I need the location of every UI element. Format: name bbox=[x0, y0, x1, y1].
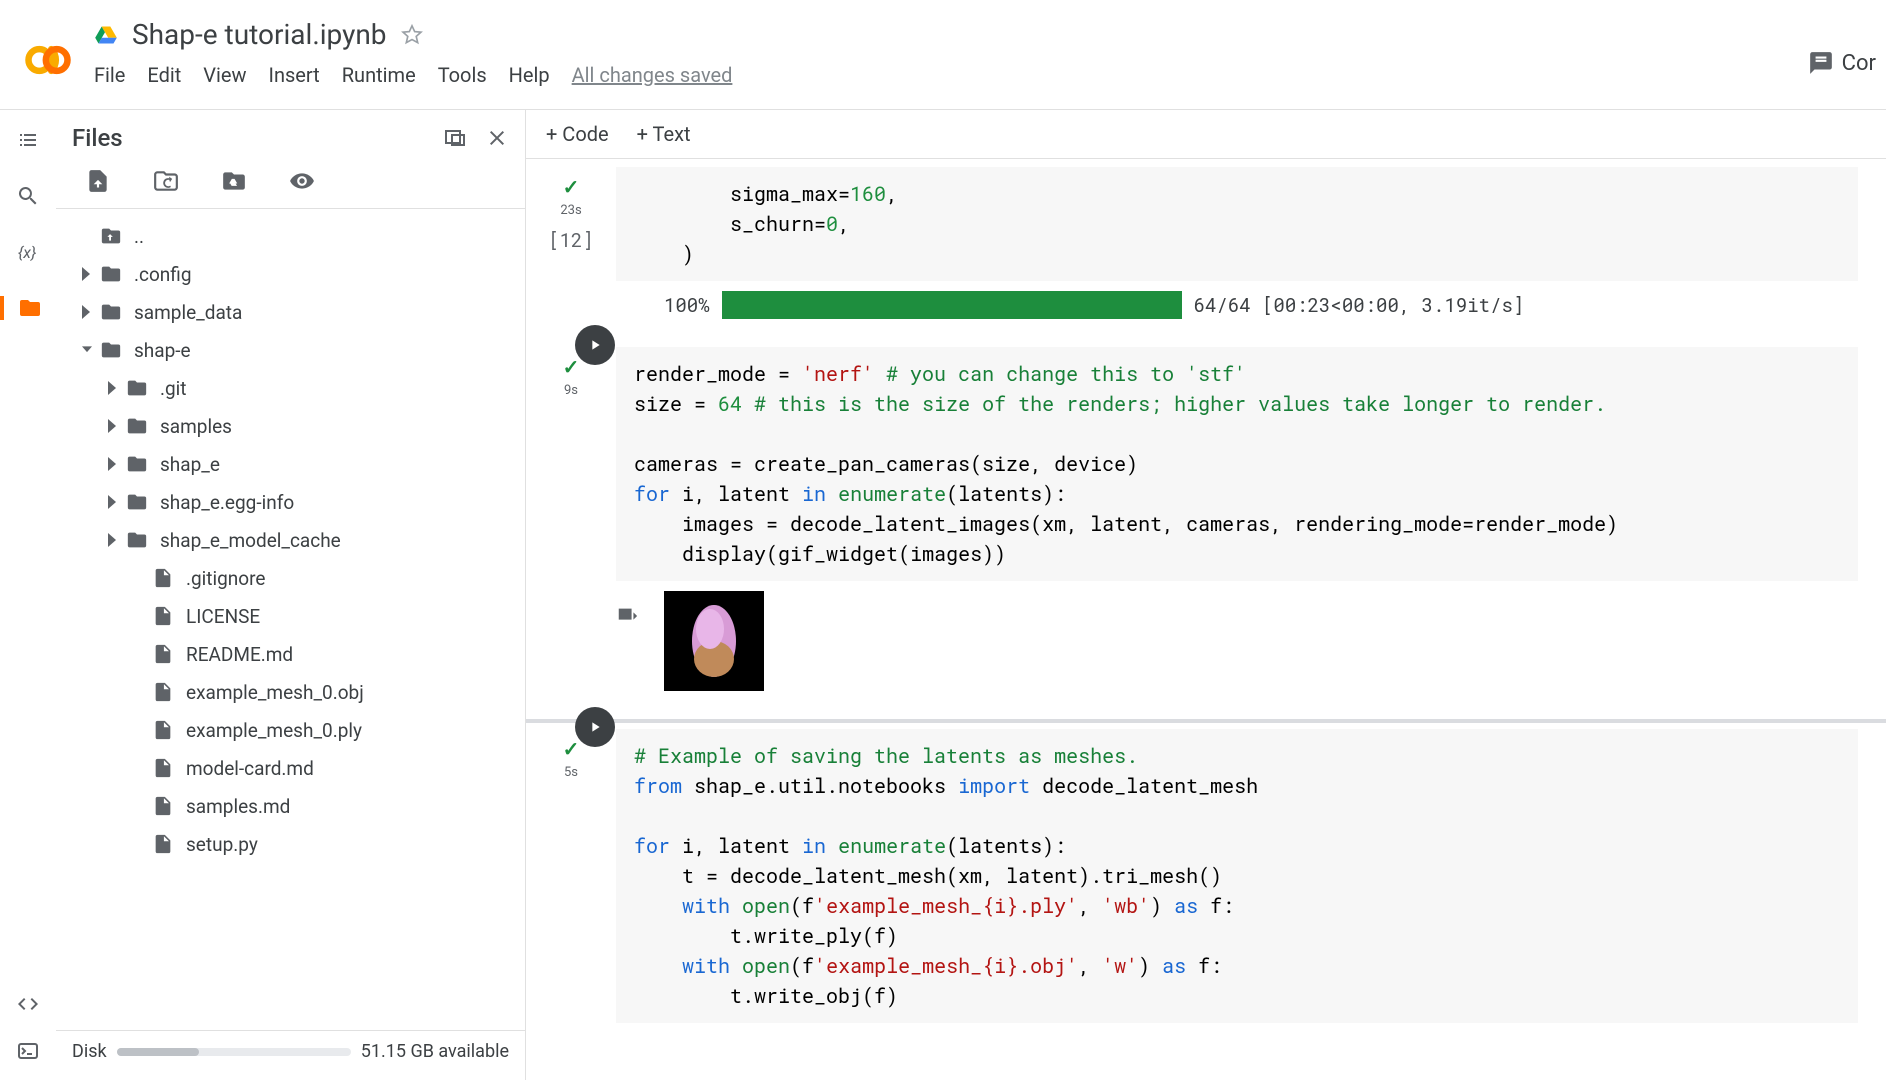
progress-bar: 100% 64/64 [00:23<00:00, 3.19it/s] bbox=[664, 291, 1858, 319]
check-icon: ✓ bbox=[563, 355, 580, 379]
menu-runtime[interactable]: Runtime bbox=[342, 63, 416, 87]
exec-time: 5s bbox=[564, 765, 578, 780]
doc-title[interactable]: Shap-e tutorial.ipynb bbox=[132, 18, 387, 51]
folder-item[interactable]: shap_e_model_cache bbox=[56, 521, 525, 559]
add-code-button[interactable]: + Code bbox=[546, 122, 609, 146]
progress-pct: 100% bbox=[664, 293, 710, 318]
svg-text:{x}: {x} bbox=[18, 243, 36, 262]
toc-icon[interactable] bbox=[16, 128, 40, 152]
folder-item[interactable]: .. bbox=[56, 217, 525, 255]
menu-help[interactable]: Help bbox=[509, 63, 550, 87]
gif-output bbox=[664, 591, 764, 691]
menu-insert[interactable]: Insert bbox=[269, 63, 320, 87]
disk-available: 51.15 GB available bbox=[361, 1041, 509, 1062]
comment-icon[interactable] bbox=[1808, 50, 1834, 76]
drive-icon bbox=[94, 23, 118, 47]
code-block[interactable]: sigma_max=160, s_churn=0, ) bbox=[616, 167, 1858, 281]
terminal-icon[interactable] bbox=[16, 1038, 40, 1062]
code-block[interactable]: render_mode = 'nerf' # you can change th… bbox=[616, 347, 1858, 581]
disk-label: Disk bbox=[72, 1041, 107, 1062]
add-text-button[interactable]: + Text bbox=[637, 122, 691, 146]
notebook-area: + Code + Text ✓ 23s [12] sigma_max=160, … bbox=[526, 110, 1886, 1080]
folder-item[interactable]: shap-e bbox=[56, 331, 525, 369]
app-header: Shap-e tutorial.ipynb File Edit View Ins… bbox=[0, 0, 1886, 110]
refresh-folder-icon[interactable] bbox=[152, 168, 180, 194]
disk-track bbox=[117, 1048, 351, 1056]
in-label: [12] bbox=[548, 228, 594, 253]
code-block[interactable]: # Example of saving the latents as meshe… bbox=[616, 729, 1858, 1023]
folder-item[interactable]: shap_e bbox=[56, 445, 525, 483]
close-panel-icon[interactable] bbox=[485, 126, 509, 150]
menu-file[interactable]: File bbox=[94, 63, 125, 87]
menu-edit[interactable]: Edit bbox=[147, 63, 181, 87]
mount-drive-icon[interactable] bbox=[220, 168, 248, 194]
comment-label[interactable]: Cor bbox=[1842, 51, 1876, 76]
star-icon[interactable] bbox=[401, 24, 423, 46]
check-icon: ✓ bbox=[563, 737, 580, 761]
folder-item[interactable]: shap_e.egg-info bbox=[56, 483, 525, 521]
folder-item[interactable]: .git bbox=[56, 369, 525, 407]
code-cell: ✓ 5s # Example of saving the latents as … bbox=[526, 729, 1886, 1023]
file-item[interactable]: LICENSE bbox=[56, 597, 525, 635]
folder-item[interactable]: sample_data bbox=[56, 293, 525, 331]
code-cell: ✓ 23s [12] sigma_max=160, s_churn=0, ) 1… bbox=[526, 167, 1886, 329]
colab-logo bbox=[16, 28, 80, 92]
search-icon[interactable] bbox=[16, 184, 40, 208]
file-item[interactable]: samples.md bbox=[56, 787, 525, 825]
files-panel: Files ...configsample_datashap-e.gitsamp… bbox=[56, 110, 526, 1080]
files-title: Files bbox=[72, 124, 123, 152]
file-item[interactable]: model-card.md bbox=[56, 749, 525, 787]
menu-view[interactable]: View bbox=[203, 63, 246, 87]
file-tree: ...configsample_datashap-e.gitsamplessha… bbox=[56, 209, 525, 1030]
file-item[interactable]: .gitignore bbox=[56, 559, 525, 597]
clear-output-icon[interactable] bbox=[616, 605, 638, 627]
run-cell-button[interactable] bbox=[575, 325, 615, 365]
file-item[interactable]: setup.py bbox=[56, 825, 525, 863]
menu-bar: File Edit View Insert Runtime Tools Help… bbox=[94, 63, 732, 87]
check-icon: ✓ bbox=[563, 175, 580, 199]
file-item[interactable]: example_mesh_0.obj bbox=[56, 673, 525, 711]
variables-icon[interactable]: {x} bbox=[16, 240, 40, 264]
code-cell: ✓ 9s render_mode = 'nerf' # you can chan… bbox=[526, 347, 1886, 701]
exec-time: 9s bbox=[564, 383, 578, 398]
menu-tools[interactable]: Tools bbox=[438, 63, 487, 87]
folder-item[interactable]: samples bbox=[56, 407, 525, 445]
upload-file-icon[interactable] bbox=[84, 168, 112, 194]
files-rail-button[interactable] bbox=[0, 296, 55, 320]
new-window-icon[interactable] bbox=[443, 126, 467, 150]
disk-bar: Disk 51.15 GB available bbox=[56, 1030, 525, 1080]
file-item[interactable]: example_mesh_0.ply bbox=[56, 711, 525, 749]
toggle-hidden-icon[interactable] bbox=[288, 168, 316, 194]
file-item[interactable]: README.md bbox=[56, 635, 525, 673]
cell-toolbar: + Code + Text bbox=[526, 110, 1886, 159]
save-status[interactable]: All changes saved bbox=[572, 63, 733, 87]
run-cell-button[interactable] bbox=[575, 707, 615, 747]
progress-info: 64/64 [00:23<00:00, 3.19it/s] bbox=[1194, 293, 1525, 318]
left-rail: {x} bbox=[0, 110, 56, 1080]
code-snippets-icon[interactable] bbox=[16, 992, 40, 1016]
folder-item[interactable]: .config bbox=[56, 255, 525, 293]
exec-time: 23s bbox=[560, 203, 581, 218]
